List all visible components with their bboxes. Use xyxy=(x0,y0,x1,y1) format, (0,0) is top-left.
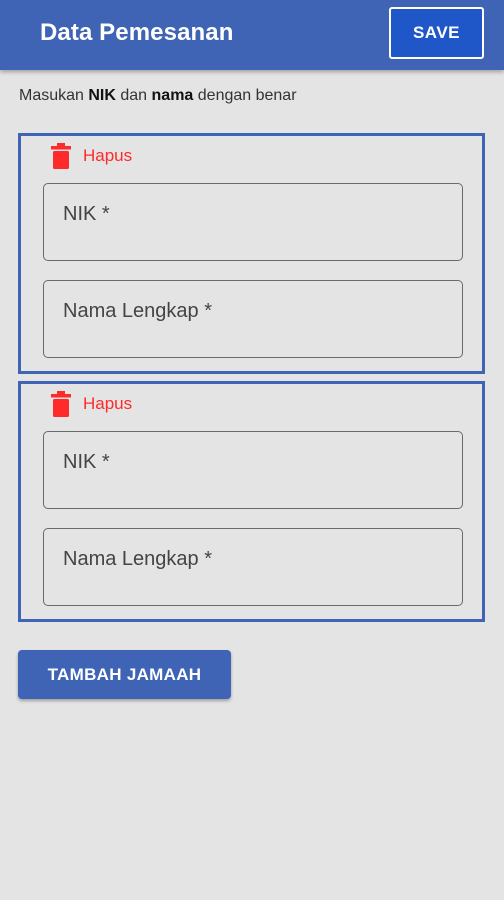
page-title: Data Pemesanan xyxy=(40,19,234,46)
instruction-text: Masukan NIK dan nama dengan benar xyxy=(19,87,297,105)
app-bar: Data Pemesanan SAVE xyxy=(0,0,504,70)
delete-entry-button[interactable]: Hapus xyxy=(51,142,132,170)
nik-placeholder: NIK * xyxy=(63,203,110,225)
full-name-input[interactable]: Nama Lengkap * xyxy=(43,280,463,358)
trash-icon xyxy=(51,391,71,417)
jamaah-entry-card: Hapus NIK * Nama Lengkap * xyxy=(18,381,485,622)
save-button[interactable]: SAVE xyxy=(389,7,484,59)
full-name-placeholder: Nama Lengkap * xyxy=(63,548,212,570)
instruction-middle: dan xyxy=(115,87,152,104)
delete-label: Hapus xyxy=(83,394,133,413)
nik-input[interactable]: NIK * xyxy=(43,183,463,261)
nik-placeholder: NIK * xyxy=(63,451,110,473)
full-name-input[interactable]: Nama Lengkap * xyxy=(43,528,463,606)
full-name-placeholder: Nama Lengkap * xyxy=(63,300,212,322)
delete-entry-button[interactable]: Hapus xyxy=(51,390,132,418)
instruction-suffix: dengan benar xyxy=(193,87,297,104)
nik-input[interactable]: NIK * xyxy=(43,431,463,509)
instruction-nama: nama xyxy=(151,87,194,104)
instruction-prefix: Masukan xyxy=(19,87,89,104)
add-jamaah-button[interactable]: TAMBAH JAMAAH xyxy=(18,650,231,699)
jamaah-entry-card: Hapus NIK * Nama Lengkap * xyxy=(18,133,485,374)
trash-icon xyxy=(51,143,71,169)
instruction-nik: NIK xyxy=(88,87,116,104)
delete-label: Hapus xyxy=(83,146,133,165)
app-screen: Data Pemesanan SAVE Masukan NIK dan nama… xyxy=(0,0,504,900)
